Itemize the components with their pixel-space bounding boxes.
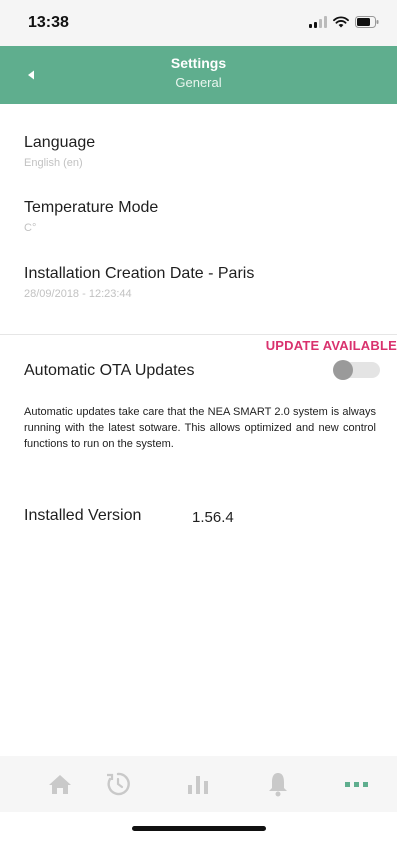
- page-title: Settings: [170, 55, 227, 71]
- language-setting[interactable]: Language English (en): [24, 134, 95, 169]
- installation-date-label: Installation Creation Date - Paris: [24, 265, 255, 282]
- notifications-icon[interactable]: [264, 770, 292, 798]
- temperature-mode-value: C°: [24, 222, 37, 234]
- statistics-icon[interactable]: [184, 770, 212, 798]
- header-bar: Settings General: [0, 46, 397, 104]
- update-available-badge: UPDATE AVAILABLE: [265, 338, 397, 353]
- ota-updates-toggle[interactable]: [333, 360, 380, 380]
- status-icons: [309, 16, 379, 28]
- signal-icon: [309, 16, 327, 28]
- page-subtitle: General: [175, 75, 222, 90]
- wifi-icon: [333, 16, 349, 28]
- home-icon[interactable]: [46, 770, 74, 798]
- battery-icon: [355, 16, 379, 28]
- installation-date-value: 28/09/2018 - 12:23:44: [24, 288, 132, 300]
- temperature-mode-label: Temperature Mode: [24, 199, 159, 216]
- tab-bar: [0, 756, 397, 812]
- language-label: Language: [24, 134, 96, 151]
- ota-description: Automatic updates take care that the NEA…: [24, 406, 376, 450]
- ota-updates-label: Automatic OTA Updates: [24, 362, 195, 379]
- installed-version-label: Installed Version: [24, 507, 142, 524]
- installation-date-setting: Installation Creation Date - Paris 28/09…: [24, 265, 254, 300]
- home-indicator: [132, 826, 266, 831]
- status-bar: 13:38: [0, 0, 397, 46]
- status-time: 13:38: [28, 14, 69, 31]
- temperature-mode-setting[interactable]: Temperature Mode C°: [24, 199, 158, 234]
- section-divider: [0, 334, 397, 335]
- more-icon[interactable]: [342, 770, 370, 798]
- toggle-knob: [333, 360, 353, 380]
- installed-version-value: 1.56.4: [192, 509, 234, 526]
- schedule-icon[interactable]: [104, 770, 132, 798]
- language-value: English (en): [24, 157, 83, 169]
